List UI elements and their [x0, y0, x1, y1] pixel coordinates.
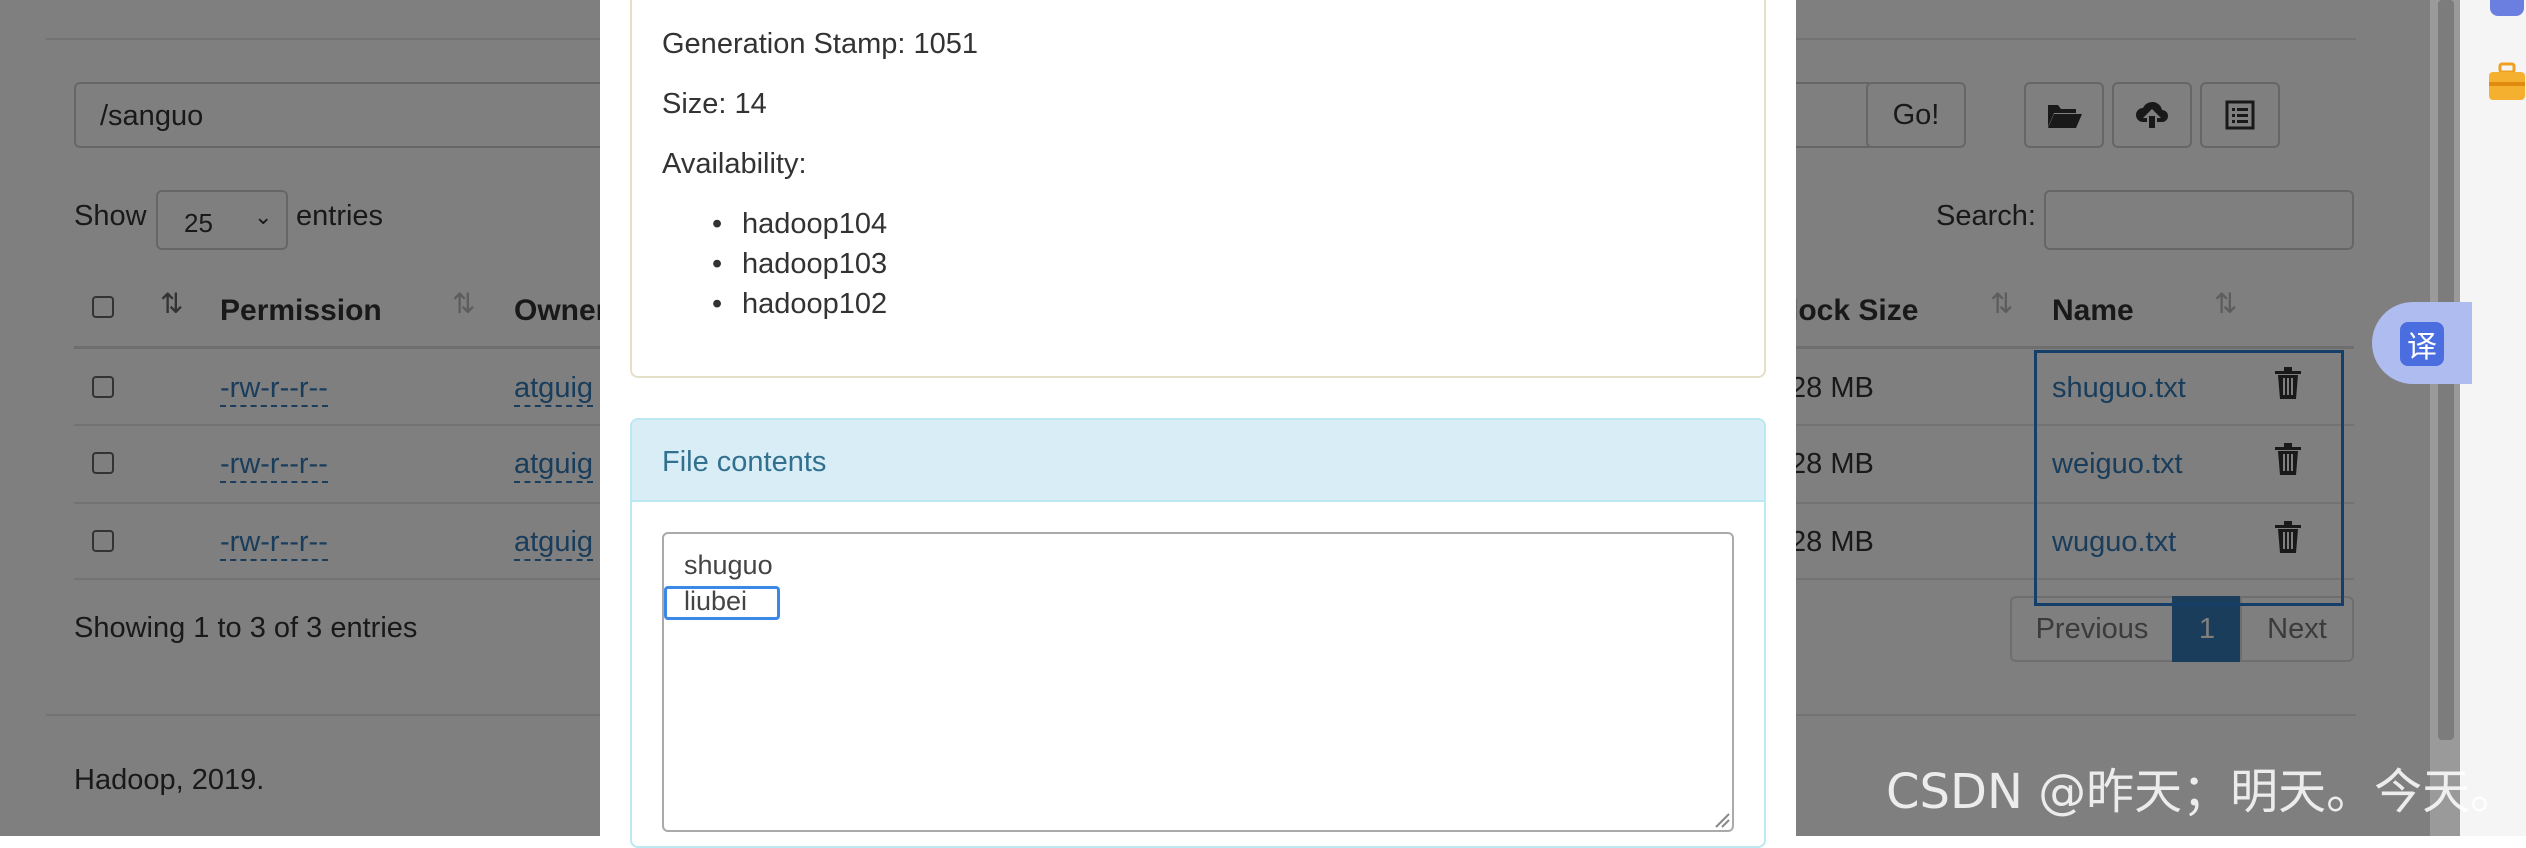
- file-contents-title: File contents: [662, 446, 827, 478]
- briefcase-icon[interactable]: [2488, 62, 2526, 102]
- block-info-panel: Generation Stamp: 1051 Size: 14 Availabi…: [630, 0, 1766, 378]
- translate-icon[interactable]: 译: [2400, 322, 2444, 366]
- resize-handle-icon[interactable]: [1712, 810, 1730, 828]
- availability-host: hadoop104: [742, 208, 888, 240]
- file-contents-header: File contents: [632, 420, 1764, 502]
- list-item-bullet: •: [712, 208, 723, 240]
- text-selection-highlight: [664, 586, 780, 620]
- file-content-line: shuguo: [684, 550, 773, 580]
- watermark-text: CSDN @昨天；明天。今天。: [1886, 764, 2519, 820]
- availability-label: Availability:: [662, 148, 807, 180]
- availability-host: hadoop103: [742, 248, 888, 280]
- list-item-bullet: •: [712, 288, 723, 320]
- list-item-bullet: •: [712, 248, 723, 280]
- file-contents-textarea[interactable]: shuguo liubei: [662, 532, 1734, 832]
- extension-icon[interactable]: [2488, 0, 2526, 16]
- availability-host: hadoop102: [742, 288, 888, 320]
- generation-stamp-text: Generation Stamp: 1051: [662, 28, 978, 60]
- browser-side-strip: [2460, 0, 2526, 836]
- size-text: Size: 14: [662, 88, 767, 120]
